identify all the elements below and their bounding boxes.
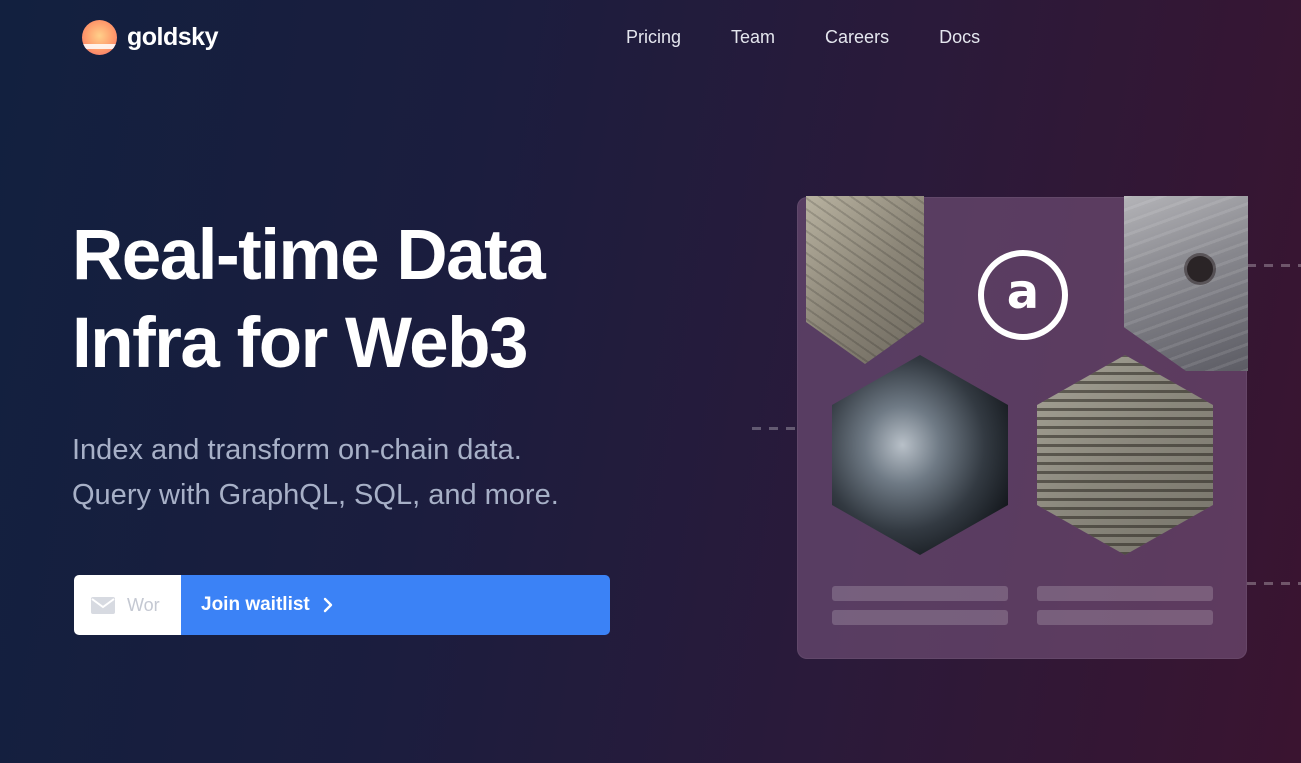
mail-icon	[91, 596, 115, 614]
connector-dashes-left	[752, 427, 798, 430]
join-waitlist-button[interactable]: Join waitlist	[181, 575, 610, 635]
hero-subtitle-line-1: Index and transform on-chain data.	[72, 434, 522, 466]
hero-subtitle: Index and transform on-chain data. Query…	[72, 428, 692, 518]
placeholder-bar	[832, 610, 1008, 625]
connector-dashes-right-top	[1247, 264, 1301, 267]
dictionary-image-hexagon	[1037, 355, 1213, 555]
brand-name: goldsky	[127, 23, 218, 51]
data-illustration-card: a	[797, 196, 1248, 659]
waitlist-form: Join waitlist	[74, 575, 610, 635]
goldsky-logo[interactable]: goldsky	[82, 20, 218, 55]
placeholder-bar	[1037, 610, 1213, 625]
top-nav: goldsky Pricing Team Careers Docs	[0, 0, 1301, 76]
nav-link-pricing[interactable]: Pricing	[626, 27, 681, 48]
nav-link-team[interactable]: Team	[731, 27, 775, 48]
nav-link-careers[interactable]: Careers	[825, 27, 889, 48]
placeholder-bar	[832, 586, 1008, 601]
email-input[interactable]	[127, 594, 187, 616]
hero-subtitle-line-2: Query with GraphQL, SQL, and more.	[72, 479, 559, 511]
sunrise-logo-icon	[82, 20, 117, 55]
map-image-hexagon	[806, 196, 924, 364]
email-field-wrapper[interactable]	[74, 575, 187, 635]
join-waitlist-label: Join waitlist	[201, 594, 310, 615]
nav-link-docs[interactable]: Docs	[939, 27, 980, 48]
arweave-logo-icon: a	[978, 250, 1068, 340]
connector-dashes-right-bottom	[1247, 582, 1301, 585]
hero-title-line-1: Real-time Data	[72, 216, 546, 295]
coral-image-hexagon	[832, 355, 1008, 555]
hero-title-line-2: Infra for Web3	[72, 304, 529, 383]
satellite-icon	[1187, 256, 1213, 282]
hero-title: Real-time Data Infra for Web3	[72, 212, 692, 388]
nav-links: Pricing Team Careers Docs	[626, 27, 980, 48]
placeholder-bar	[1037, 586, 1213, 601]
chevron-right-icon	[323, 597, 332, 613]
satellite-image-hexagon	[1124, 196, 1248, 371]
arweave-logo-letter: a	[1006, 264, 1040, 320]
